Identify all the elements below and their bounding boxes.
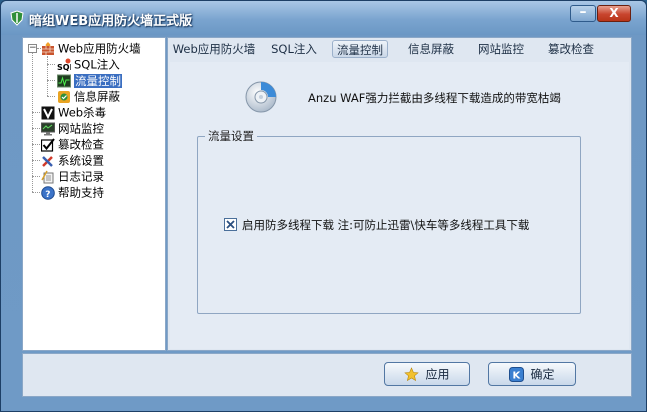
tree-item-label: 篡改检查 [58, 137, 104, 152]
sql-icon: SQL [57, 58, 71, 72]
tree-item-help-support[interactable]: ? 帮助支持 [41, 184, 104, 200]
svg-text:K: K [513, 371, 522, 382]
tree-item-sql-injection[interactable]: SQL SQL注入 [57, 56, 120, 72]
tree-item-web-antivirus[interactable]: Web杀毒 [41, 104, 106, 120]
tools-icon [42, 155, 53, 167]
tab-bar: Web应用防火墙 SQL注入 流量控制 信息屏蔽 网站监控 篡改检查 [168, 38, 631, 60]
tree-item-site-monitor[interactable]: 网站监控 [41, 120, 104, 136]
tree-item-traffic-control[interactable]: 流量控制 [57, 72, 122, 88]
tree-connector [32, 192, 40, 193]
tree-item-log-records[interactable]: 日志记录 [41, 168, 104, 184]
tree-item-label: 日志记录 [58, 169, 104, 184]
tab-site-monitor[interactable]: 网站监控 [472, 40, 530, 58]
tree-connector [32, 160, 40, 161]
log-icon [41, 170, 54, 183]
tree-connector [47, 64, 55, 65]
checkbox-x-icon [226, 220, 235, 229]
tree-expander-icon[interactable]: − [28, 44, 37, 53]
tree-item-system-settings[interactable]: 系统设置 [41, 152, 104, 168]
tree-connector [32, 176, 40, 177]
confirm-k-icon: K [509, 367, 525, 382]
apply-button-label: 应用 [425, 367, 450, 382]
v-antivirus-icon [41, 106, 55, 119]
ok-button[interactable]: K 确定 [488, 362, 576, 386]
tab-web-firewall[interactable]: Web应用防火墙 [172, 40, 256, 58]
apply-button[interactable]: 应用 [384, 362, 470, 386]
checkmark-icon [41, 137, 55, 152]
traffic-monitor-icon [57, 74, 71, 87]
tree-item-label: Web杀毒 [58, 105, 107, 120]
traffic-disc-icon [245, 81, 277, 113]
tab-content: Anzu WAF强力拦截由多线程下载造成的带宽枯竭 流量设置 启用防多线程下载 … [170, 62, 629, 349]
close-button[interactable]: X [597, 5, 631, 22]
footer-bar: 应用 K 确定 [22, 353, 632, 397]
svg-text:?: ? [45, 190, 50, 200]
ok-button-label: 确定 [530, 367, 555, 382]
tree-item-label: SQL注入 [74, 57, 120, 72]
tree-item-label: Web应用防火墙 [58, 41, 141, 56]
shield-logo-icon [10, 10, 24, 26]
shield-block-icon [58, 90, 70, 103]
tree-connector [32, 128, 40, 129]
tree-item-label: 帮助支持 [58, 185, 104, 200]
info-description: Anzu WAF强力拦截由多线程下载造成的带宽枯竭 [308, 91, 561, 105]
multithread-download-checkbox[interactable] [224, 218, 237, 231]
main-panel: Web应用防火墙 SQL注入 流量控制 信息屏蔽 网站监控 篡改检查 Anzu … [167, 37, 632, 351]
star-icon [404, 367, 420, 382]
title-bar[interactable]: 暗组WEB应用防火墙正式版 – X [1, 1, 646, 35]
help-icon: ? [41, 185, 55, 200]
tree-connector [47, 56, 48, 96]
firewall-icon [42, 41, 54, 55]
tab-traffic-control[interactable]: 流量控制 [332, 40, 388, 58]
tree-item-web-firewall[interactable]: Web应用防火墙 [41, 40, 141, 56]
minimize-button[interactable]: – [570, 5, 596, 22]
checkbox-label[interactable]: 启用防多线程下载 注:可防止迅雷\快车等多线程工具下载 [242, 217, 529, 233]
tab-info-shield[interactable]: 信息屏蔽 [402, 40, 460, 58]
tree-item-label: 流量控制 [74, 73, 122, 88]
tree-connector [32, 144, 40, 145]
tree-item-label: 信息屏蔽 [74, 89, 120, 104]
window-title: 暗组WEB应用防火墙正式版 [29, 14, 193, 29]
tree-connector [47, 80, 55, 81]
tree-item-label: 网站监控 [58, 121, 104, 136]
group-title: 流量设置 [205, 128, 257, 144]
tree-connector [47, 96, 55, 97]
svg-text:SQL: SQL [57, 63, 71, 72]
tree-connector [32, 53, 33, 192]
tree-connector [32, 112, 40, 113]
monitor-icon [41, 122, 55, 135]
tree-item-tamper-check[interactable]: 篡改检查 [41, 136, 104, 152]
tree-item-label: 系统设置 [58, 153, 104, 168]
tree-item-info-shield[interactable]: 信息屏蔽 [57, 88, 120, 104]
tab-tamper-check[interactable]: 篡改检查 [542, 40, 600, 58]
navigation-tree: − Web应用防火墙 SQL SQL注入 流量控制 [22, 37, 166, 351]
tab-sql-injection[interactable]: SQL注入 [268, 40, 320, 58]
app-window: 暗组WEB应用防火墙正式版 – X − Web应用防火墙 SQL SQL注入 [0, 0, 647, 412]
